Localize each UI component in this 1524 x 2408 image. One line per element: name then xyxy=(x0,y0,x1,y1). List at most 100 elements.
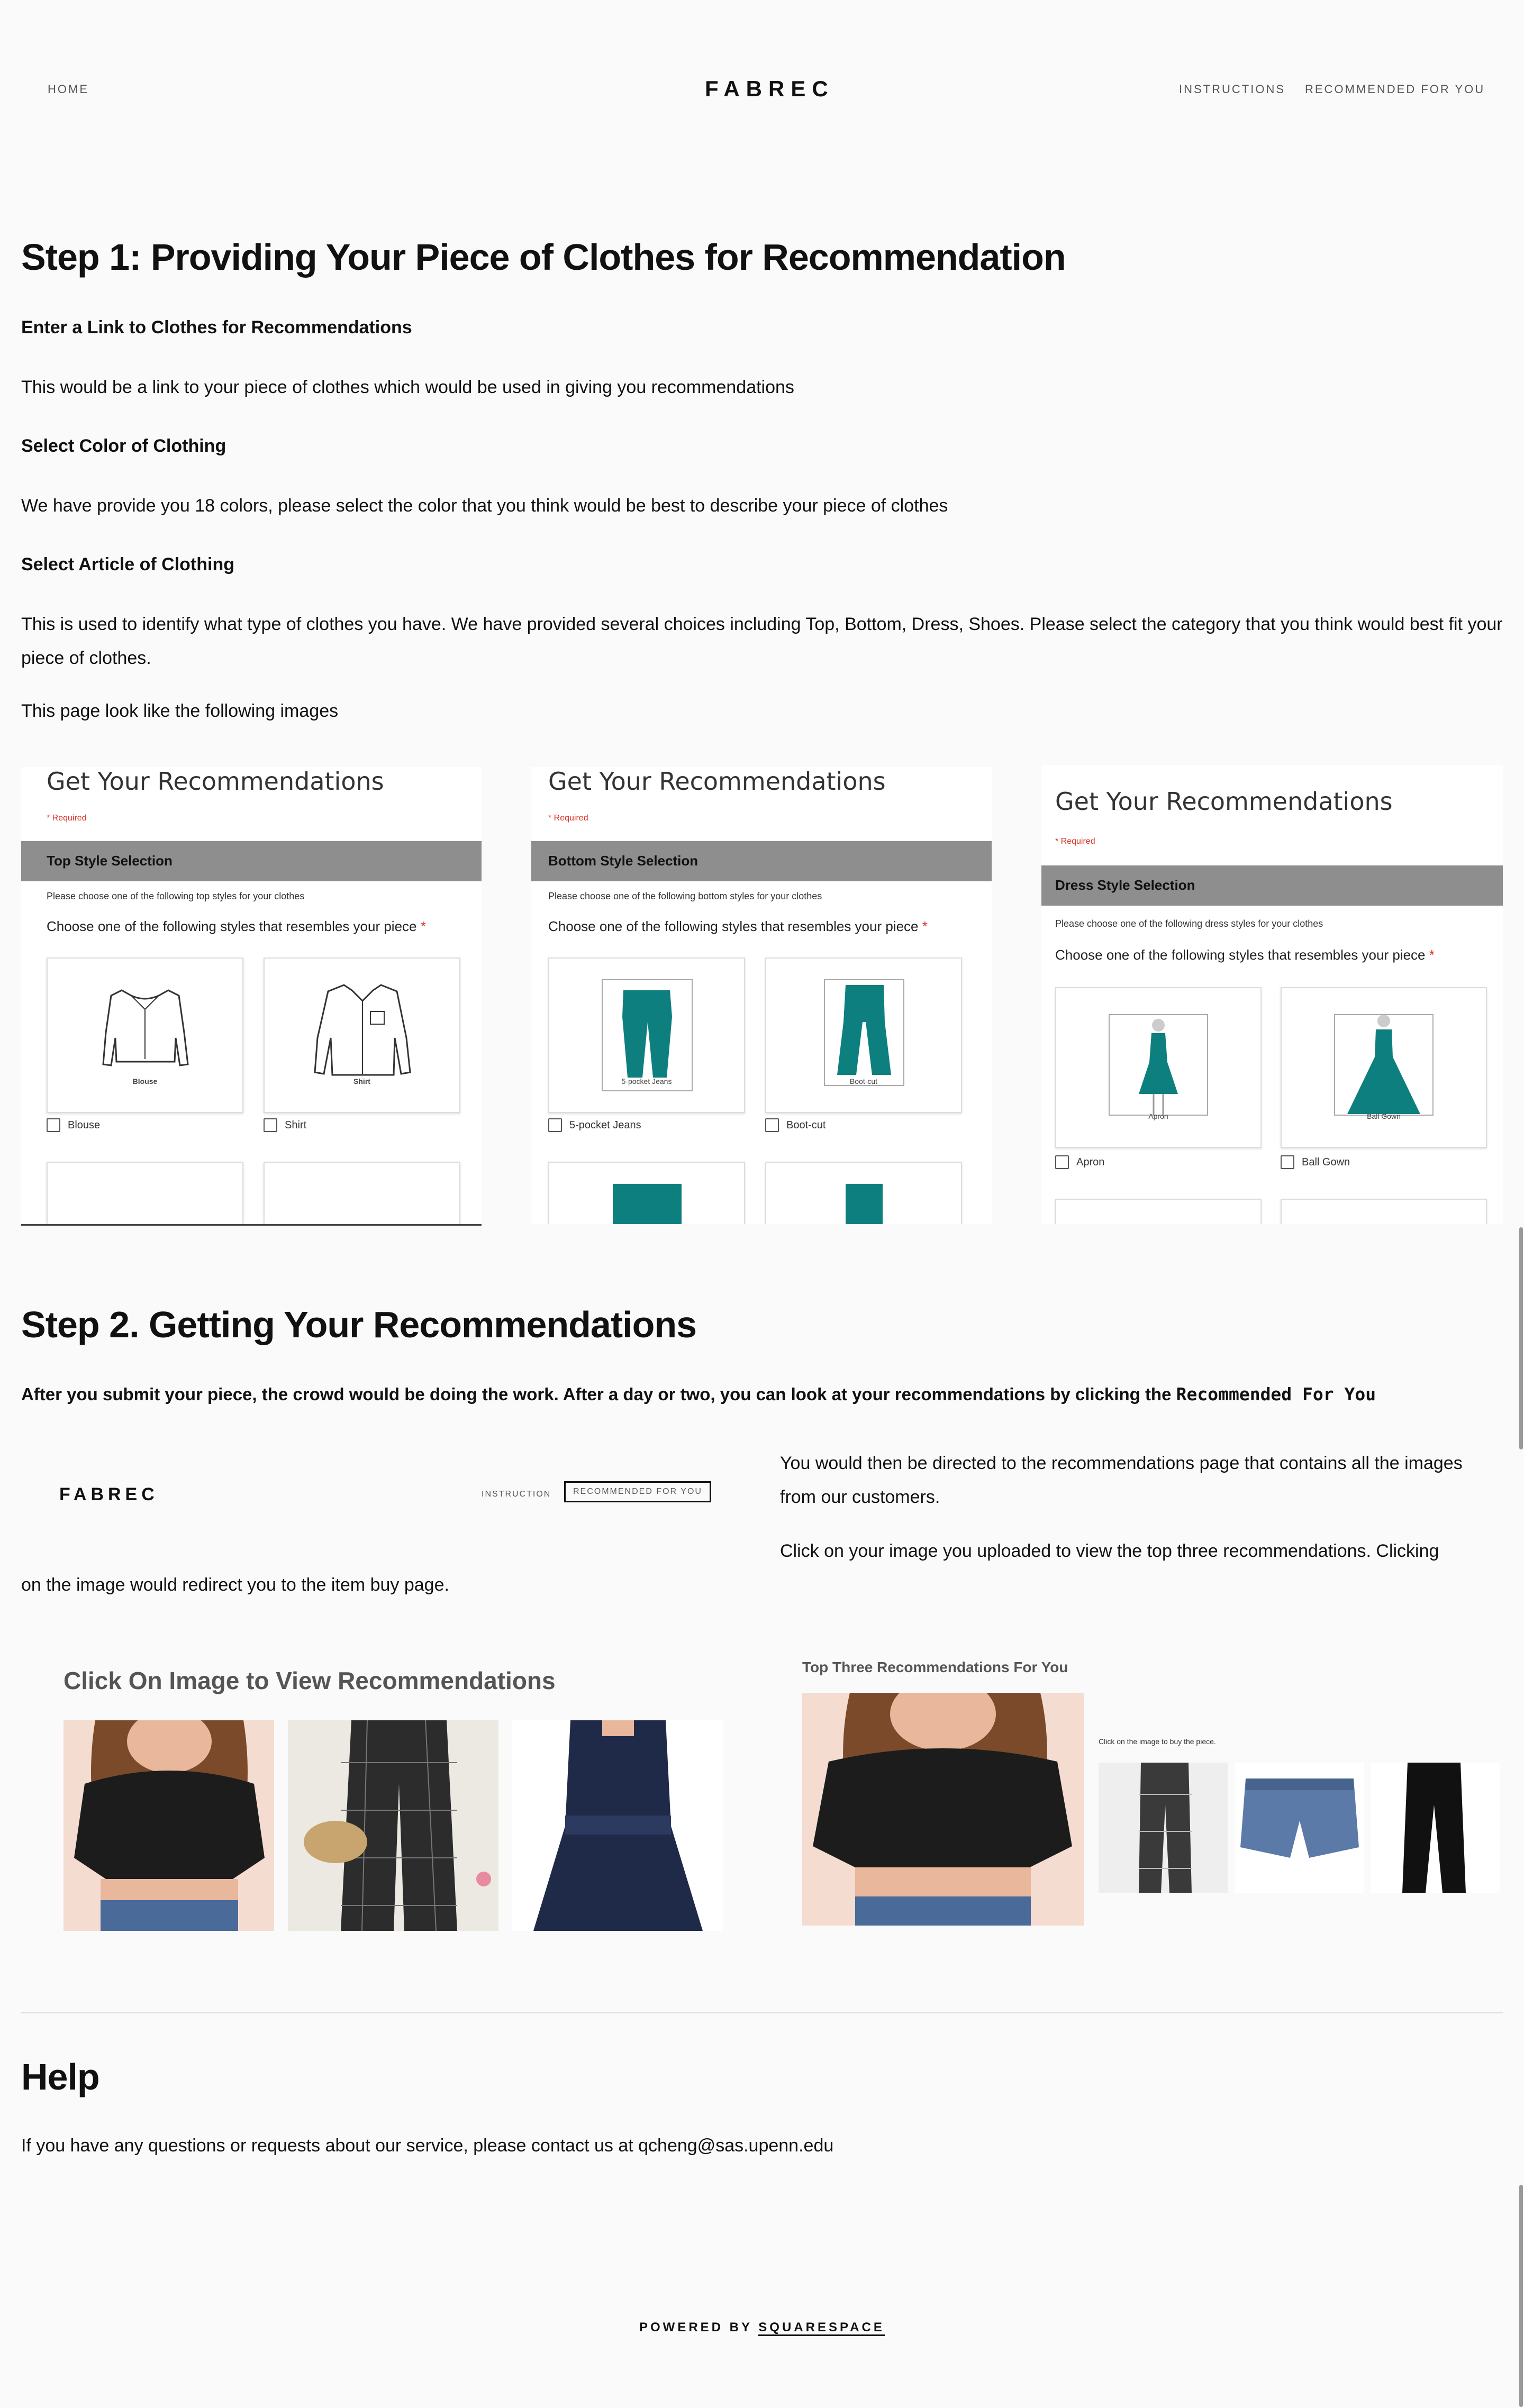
section-bar: Top Style Selection xyxy=(21,841,482,881)
option-checkbox-shirt[interactable]: Shirt xyxy=(264,1118,306,1132)
squarespace-link[interactable]: SQUARESPACE xyxy=(758,2320,885,2336)
dress-style-form-image: Get Your Recommendations * Required Dres… xyxy=(1041,765,1503,1224)
option-checkbox-ball-gown[interactable]: Ball Gown xyxy=(1281,1155,1350,1169)
form-title: Get Your Recommendations xyxy=(47,767,384,796)
section-bar: Dress Style Selection xyxy=(1041,865,1503,906)
top-three-title: Top Three Recommendations For You xyxy=(802,1659,1068,1675)
section-hint: Please choose one of the following top s… xyxy=(47,891,305,901)
article-subheading: Select Article of Clothing xyxy=(21,554,235,574)
help-heading: Help xyxy=(21,2056,100,2097)
gallery-crop-top-photo[interactable] xyxy=(64,1720,274,1931)
checkbox[interactable] xyxy=(765,1118,779,1132)
jeans-illustration xyxy=(602,979,693,1091)
step2-heading: Step 2. Getting Your Recommendations xyxy=(21,1304,697,1345)
bootcut-illustration xyxy=(824,979,904,1086)
form-title: Get Your Recommendations xyxy=(548,767,886,796)
option-card-partial xyxy=(264,1162,460,1224)
option-card-blouse[interactable]: Blouse xyxy=(47,957,243,1113)
black-pants-image xyxy=(1402,1763,1466,1893)
option-card-partial xyxy=(765,1162,962,1224)
mini-nav-image: FABREC INSTRUCTION RECOMMENDED FOR YOU xyxy=(21,1453,751,1537)
page-look-text: This page look like the following images xyxy=(21,701,339,721)
option-card-apron[interactable]: Apron xyxy=(1055,987,1262,1148)
bottom-style-form-image: Get Your Recommendations * Required Bott… xyxy=(531,767,992,1224)
color-description: We have provide you 18 colors, please se… xyxy=(21,496,948,516)
question-text: Choose one of the following styles that … xyxy=(1055,947,1435,963)
recommended-code: Recommended For You xyxy=(1176,1384,1376,1404)
option-image-label: Apron xyxy=(1148,1112,1168,1120)
required-note: * Required xyxy=(1055,837,1095,846)
gallery-navy-dress-photo[interactable] xyxy=(512,1720,723,1931)
checkbox[interactable] xyxy=(47,1118,60,1132)
mini-nav-logo: FABREC xyxy=(59,1484,159,1504)
article-description: This is used to identify what type of cl… xyxy=(21,614,1503,668)
option-image-label: 5-pocket Jeans xyxy=(621,1077,672,1086)
option-card-boot-cut[interactable]: Boot-cut xyxy=(765,957,962,1113)
black-top-image xyxy=(813,1693,1072,1926)
section-hint: Please choose one of the following dress… xyxy=(1055,918,1323,929)
ballgown-illustration xyxy=(1334,1014,1434,1116)
form-title: Get Your Recommendations xyxy=(1055,787,1393,816)
color-subheading: Select Color of Clothing xyxy=(21,436,226,456)
option-image-label: Ball Gown xyxy=(1367,1112,1401,1120)
rec-denim-shorts-photo[interactable] xyxy=(1235,1763,1364,1893)
step2-intro: After you submit your piece, the crowd w… xyxy=(21,1384,1376,1404)
option-card-partial xyxy=(1055,1199,1262,1224)
top-style-form-image: Get Your Recommendations * Required Top … xyxy=(21,767,482,1226)
required-note: * Required xyxy=(548,814,588,823)
blouse-illustration xyxy=(102,989,189,1066)
footer-powered-by: POWERED BY SQUARESPACE xyxy=(639,2320,885,2336)
mini-nav-instruction: INSTRUCTION xyxy=(482,1490,551,1499)
option-image-label: Shirt xyxy=(353,1077,370,1086)
nav-instructions-link[interactable]: INSTRUCTIONS xyxy=(1179,83,1285,96)
scrollbar[interactable] xyxy=(1518,2185,1524,2407)
section-divider xyxy=(21,2012,1503,2013)
rec-black-pants-photo[interactable] xyxy=(1371,1763,1500,1893)
buy-hint: Click on the image to buy the piece. xyxy=(1099,1737,1216,1746)
link-description: This would be a link to your piece of cl… xyxy=(21,377,794,397)
checkbox[interactable] xyxy=(1281,1155,1294,1169)
option-checkbox-5-pocket-jeans[interactable]: 5-pocket Jeans xyxy=(548,1118,641,1132)
option-card-5-pocket-jeans[interactable]: 5-pocket Jeans xyxy=(548,957,745,1113)
option-card-partial xyxy=(1281,1199,1487,1224)
option-checkbox-apron[interactable]: Apron xyxy=(1055,1155,1104,1169)
section-bar: Bottom Style Selection xyxy=(531,841,992,881)
help-text: If you have any questions or requests ab… xyxy=(21,2136,834,2156)
option-card-shirt[interactable]: Shirt xyxy=(264,957,460,1113)
link-subheading: Enter a Link to Clothes for Recommendati… xyxy=(21,317,412,338)
checkbox[interactable] xyxy=(548,1118,562,1132)
option-card-ball-gown[interactable]: Ball Gown xyxy=(1281,987,1487,1148)
nav-recommended-link[interactable]: RECOMMENDED FOR YOU xyxy=(1305,83,1485,96)
checkbox[interactable] xyxy=(264,1118,277,1132)
mini-nav-recommended-button: RECOMMENDED FOR YOU xyxy=(564,1481,711,1502)
gallery-title: Click On Image to View Recommendations xyxy=(64,1667,556,1694)
plaid-pants-image xyxy=(304,1720,491,1931)
section-title: Dress Style Selection xyxy=(1055,877,1195,893)
rec-plaid-jeans-photo[interactable] xyxy=(1099,1763,1228,1893)
option-checkbox-blouse[interactable]: Blouse xyxy=(47,1118,100,1132)
step1-heading: Step 1: Providing Your Piece of Clothes … xyxy=(21,236,1066,278)
click-image-text: Click on your image you uploaded to view… xyxy=(780,1541,1439,1561)
apron-dress-illustration xyxy=(1109,1014,1208,1116)
option-image-label: Blouse xyxy=(132,1077,158,1086)
scrollbar[interactable] xyxy=(1518,1227,1524,1449)
site-logo[interactable]: FABREC xyxy=(705,76,834,102)
option-image-label: Boot-cut xyxy=(849,1077,878,1086)
option-checkbox-boot-cut[interactable]: Boot-cut xyxy=(765,1118,826,1132)
option-card-partial xyxy=(548,1162,745,1224)
uploaded-image-photo[interactable] xyxy=(802,1693,1084,1926)
section-title: Bottom Style Selection xyxy=(548,853,698,869)
black-top-image xyxy=(74,1720,265,1931)
navy-dress-image xyxy=(533,1720,703,1931)
denim-shorts-image xyxy=(1240,1778,1359,1858)
scrollbar-thumb[interactable] xyxy=(1519,2185,1523,2407)
question-text: Choose one of the following styles that … xyxy=(548,918,928,934)
nav-home-link[interactable]: HOME xyxy=(48,83,89,96)
click-image-text-continued: on the image would redirect you to the i… xyxy=(21,1575,449,1595)
gallery-plaid-pants-photo[interactable] xyxy=(288,1720,498,1931)
scrollbar-thumb[interactable] xyxy=(1519,1227,1523,1449)
plaid-jeans-image xyxy=(1139,1763,1192,1893)
required-note: * Required xyxy=(47,814,87,823)
question-text: Choose one of the following styles that … xyxy=(47,918,426,934)
checkbox[interactable] xyxy=(1055,1155,1069,1169)
